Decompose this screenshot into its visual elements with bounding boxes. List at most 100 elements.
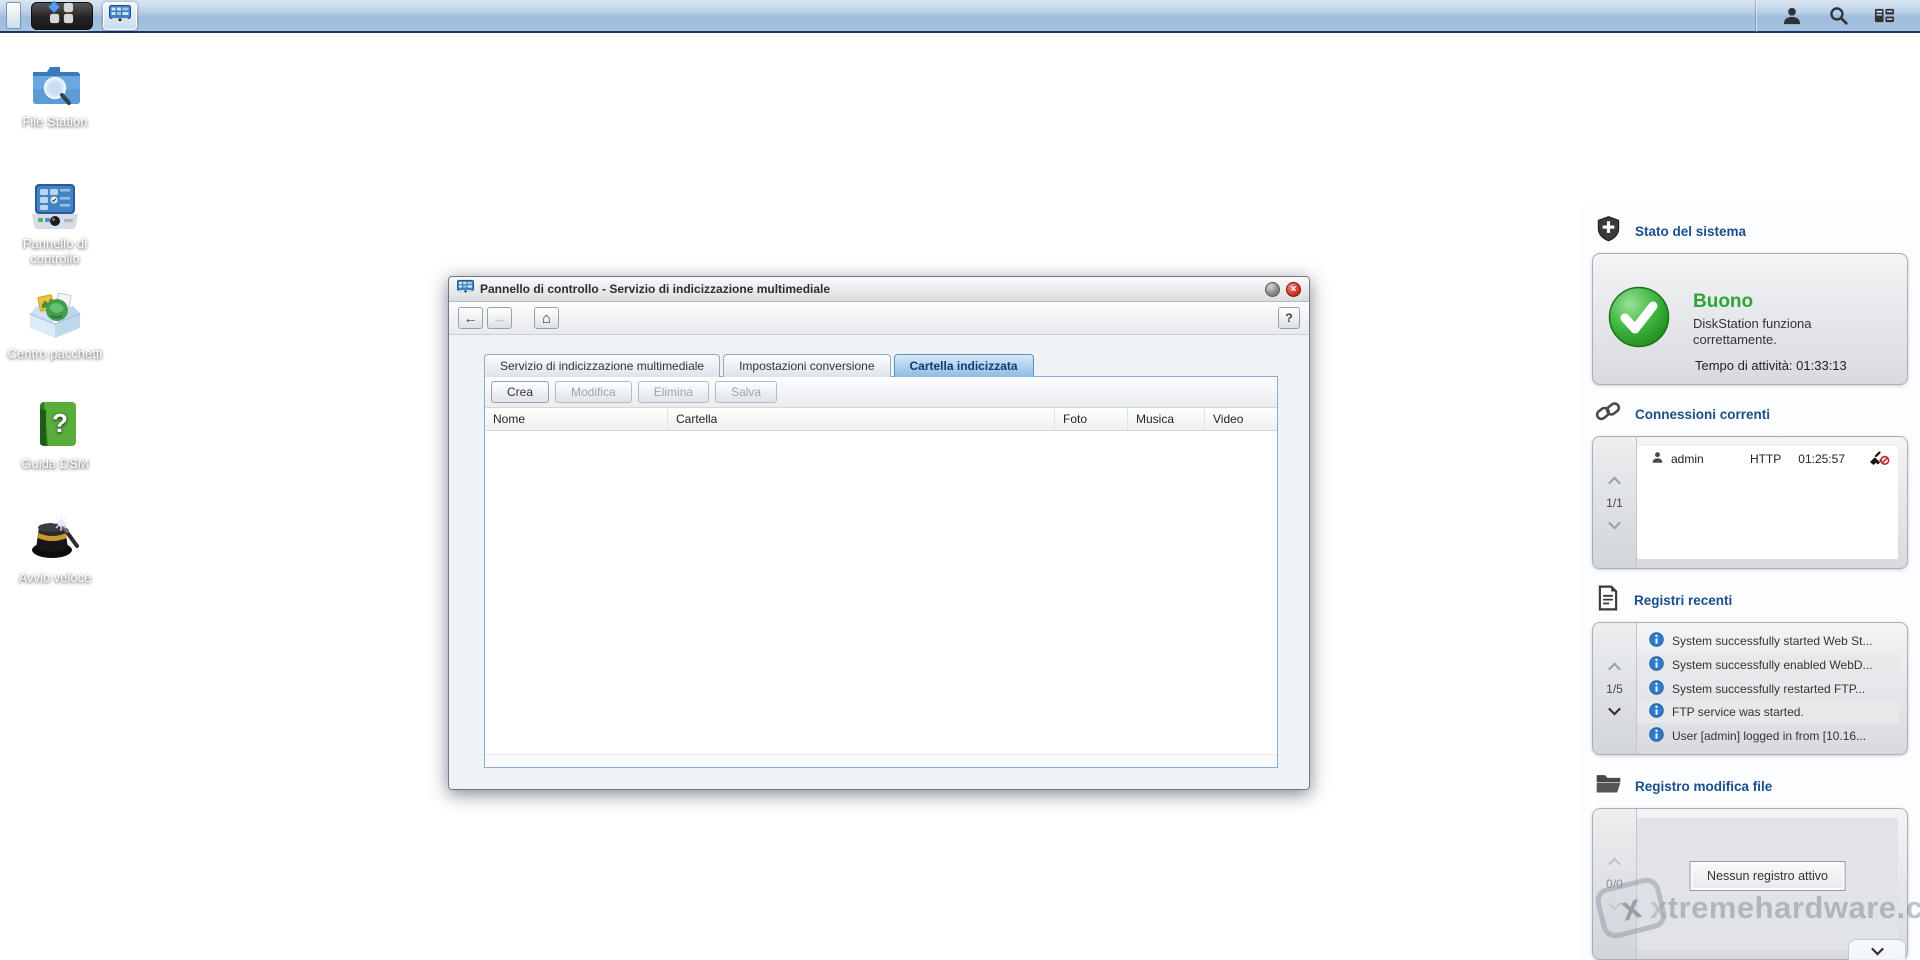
xtremehardware-logo: x — [1592, 874, 1670, 942]
delete-button[interactable]: Elimina — [637, 381, 710, 403]
current-connections-header: Connessioni correnti — [1595, 399, 1910, 429]
dsm-version-text: DSM 4.0 — [990, 909, 1080, 932]
desktop-icon-control-panel[interactable]: Pannello di controllo — [0, 178, 110, 266]
forward-button[interactable]: → — [487, 307, 512, 329]
desktop-icon-dsm-help[interactable]: ? Guida DSM — [0, 398, 110, 471]
log-row[interactable]: User [admin] logged in from [10.16... — [1637, 725, 1899, 747]
tab-media-indexing-service[interactable]: Servizio di indicizzazione multimediale — [484, 354, 721, 377]
widget-title: Registro modifica file — [1635, 778, 1773, 794]
search-icon[interactable] — [1826, 4, 1850, 28]
indexed-folder-panel: Crea Modifica Elimina Salva Nome Cartell… — [484, 376, 1278, 768]
synology-logo-text: Synology — [872, 906, 979, 933]
tab-indexed-folder[interactable]: Cartella indicizzata — [893, 354, 1034, 377]
user-account-icon[interactable] — [1780, 4, 1804, 28]
window-icon — [457, 279, 474, 299]
grid-footer — [485, 755, 1277, 767]
window-content: Servizio di indicizzazione multimediale … — [449, 335, 1309, 789]
control-panel-desktop-icon — [0, 178, 110, 230]
column-header-video[interactable]: Video — [1205, 408, 1277, 430]
log-row[interactable]: FTP service was started. — [1637, 701, 1899, 724]
page-down-icon[interactable] — [1608, 516, 1621, 529]
desktop-icon-file-station[interactable]: File Station — [0, 56, 110, 129]
grid-header: Nome Cartella Foto Musica Video — [485, 408, 1277, 431]
edit-button[interactable]: Modifica — [555, 381, 632, 403]
connection-row[interactable]: admin HTTP 01:25:57 — [1637, 446, 1898, 471]
page-up-icon[interactable] — [1608, 476, 1621, 489]
log-document-icon — [1595, 585, 1621, 616]
log-text: FTP service was started. — [1672, 705, 1804, 720]
quick-start-icon — [0, 512, 110, 564]
taskbar — [0, 0, 1920, 33]
log-text: System successfully started Web St... — [1672, 634, 1873, 648]
status-message: DiskStation funziona correttamente. — [1693, 315, 1812, 347]
chevron-down-icon — [1870, 942, 1884, 955]
recent-logs-header: Registri recenti — [1595, 585, 1910, 615]
tab-conversion-settings[interactable]: Impostazioni conversione — [723, 354, 891, 377]
log-row[interactable]: System successfully enabled WebD... — [1637, 653, 1899, 676]
desktop-icon-label: Centro pacchetti — [7, 346, 103, 361]
user-icon — [1651, 451, 1664, 467]
grid-button-row: Crea Modifica Elimina Salva — [485, 377, 1277, 408]
log-row[interactable]: System successfully restarted FTP... — [1637, 678, 1899, 700]
info-icon — [1649, 632, 1664, 650]
window-titlebar[interactable]: Pannello di controllo - Servizio di indi… — [449, 277, 1309, 302]
status-value: Buono — [1693, 290, 1754, 312]
widgets-panel: Stato del sistema Buono DiskStation funz… — [1580, 202, 1920, 960]
page-up-icon[interactable] — [1608, 857, 1621, 871]
status-ok-icon — [1607, 285, 1671, 354]
back-button[interactable]: ← — [458, 307, 483, 329]
show-desktop-button[interactable] — [6, 2, 21, 29]
minimize-button[interactable] — [1265, 281, 1280, 297]
column-header-name[interactable]: Nome — [485, 408, 668, 430]
logs-list: System successfully started Web St... Sy… — [1637, 623, 1907, 754]
create-button[interactable]: Crea — [491, 381, 550, 403]
control-panel-icon — [109, 4, 131, 27]
main-menu-button[interactable] — [31, 1, 93, 30]
pager-label: 1/5 — [1606, 681, 1623, 696]
tab-strip: Servizio di indicizzazione multimediale … — [484, 354, 1037, 377]
disconnect-icon[interactable] — [1868, 450, 1890, 468]
taskbar-item-control-panel[interactable] — [103, 1, 137, 30]
status-text-block: Buono DiskStation funziona correttamente… — [1693, 291, 1873, 348]
widgets-collapse-tab[interactable] — [1848, 939, 1906, 960]
desktop-icon-quick-start[interactable]: Avvio veloce — [0, 512, 110, 585]
system-status-header: Stato del sistema — [1595, 216, 1910, 246]
synology-watermark: Synology DSM 4.0 — [872, 906, 1079, 934]
log-row[interactable]: System successfully started Web St... — [1637, 630, 1899, 652]
grid-body-empty[interactable] — [485, 431, 1277, 755]
pager-label: 1/1 — [1606, 495, 1623, 510]
page-down-icon[interactable] — [1608, 702, 1621, 715]
connection-user: admin — [1671, 451, 1704, 466]
connections-body: admin HTTP 01:25:57 — [1637, 437, 1907, 568]
column-header-photo[interactable]: Foto — [1055, 408, 1128, 430]
home-button[interactable]: ⌂ — [534, 307, 559, 329]
info-icon — [1649, 703, 1664, 721]
svg-text:?: ? — [52, 408, 68, 438]
column-header-folder[interactable]: Cartella — [668, 408, 1055, 430]
info-icon — [1649, 656, 1664, 674]
window-toolbar: ← → ⌂ ? — [449, 302, 1309, 335]
column-header-music[interactable]: Musica — [1128, 408, 1205, 430]
system-status-card: Buono DiskStation funziona correttamente… — [1592, 253, 1908, 385]
uptime-label: Tempo di attività: 01:33:13 — [1695, 358, 1847, 373]
taskbar-right-cluster — [1755, 0, 1914, 32]
widgets-panel-icon[interactable] — [1872, 4, 1896, 28]
desktop-icon-label: Avvio veloce — [18, 570, 92, 585]
widget-title: Stato del sistema — [1635, 223, 1747, 239]
help-button[interactable]: ? — [1278, 307, 1300, 329]
desktop-icon-label: File Station — [22, 114, 88, 129]
folder-icon — [1595, 770, 1622, 802]
connections-card: 1/1 admin HTTP 01:25:57 — [1592, 436, 1908, 569]
xtremehardware-watermark: x xtremehardware.com — [1592, 874, 1920, 942]
chain-link-icon — [1595, 398, 1622, 430]
logs-pager: 1/5 — [1593, 623, 1637, 754]
page-up-icon[interactable] — [1608, 662, 1621, 675]
xtremehardware-text: xtremehardware.com — [1650, 890, 1920, 925]
close-button[interactable]: × — [1286, 281, 1301, 297]
desktop-icon-package-center[interactable]: Centro pacchetti — [0, 288, 110, 361]
save-button[interactable]: Salva — [715, 381, 778, 403]
info-icon — [1649, 679, 1664, 698]
desktop-icon-label: Guida DSM — [21, 456, 89, 471]
control-panel-window: Pannello di controllo - Servizio di indi… — [448, 276, 1310, 790]
connections-pager: 1/1 — [1593, 437, 1637, 568]
